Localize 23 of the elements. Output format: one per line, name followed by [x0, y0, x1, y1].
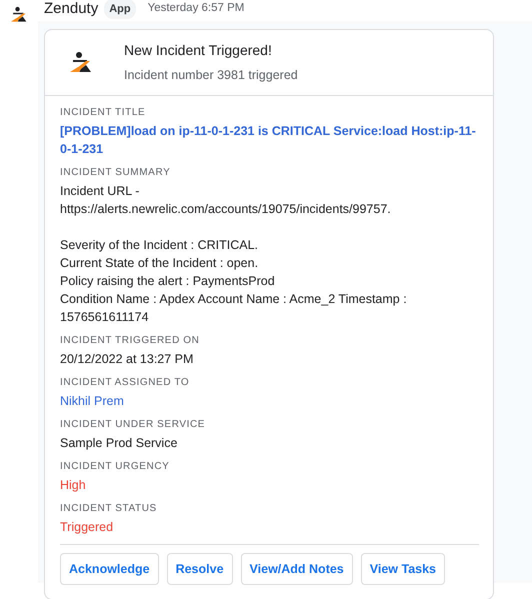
field-label: INCIDENT TITLE	[60, 106, 146, 120]
field-value: High	[60, 477, 87, 494]
field-value: 20/12/2022 at 13:27 PM	[60, 351, 194, 368]
card-subtitle: Incident number 3981 triggered	[124, 67, 298, 84]
action-button[interactable]: View/Add Notes	[240, 553, 353, 585]
incident-title-link[interactable]: [PROBLEM]load on ip-11-0-1-231 is CRITICAL Service:load Host:ip-11-0-1-231	[60, 122, 479, 158]
field-label: INCIDENT STATUS	[60, 502, 158, 516]
app-badge: App	[104, 0, 136, 20]
assignee-link[interactable]: Nikhil Prem	[60, 392, 479, 410]
card-title: New Incident Triggered!	[124, 41, 273, 60]
field-label: INCIDENT ASSIGNED TO	[60, 376, 190, 390]
field-value: Triggered	[60, 519, 114, 536]
field-label: INCIDENT SUMMARY	[60, 166, 172, 180]
field-label: INCIDENT TRIGGERED ON	[60, 334, 200, 348]
message-time: Yesterday 6:57 PM	[148, 1, 244, 16]
field-label: INCIDENT URGENCY	[60, 460, 170, 474]
action-button[interactable]: Acknowledge	[60, 553, 159, 585]
incident-summary: Incident URL - https://alerts.newrelic.com/accounts/19075/incidents/99757. Severity of the Incident : CRITICAL. Current State of the Incident : open. Policy raising the alert : PaymentsProd Condition Name : Apdex Account Name : Acme_2 Timestamp : 1576561611174	[60, 183, 408, 326]
field-label: INCIDENT UNDER SERVICE	[60, 418, 206, 432]
action-button[interactable]: View Tasks	[360, 553, 446, 585]
sender-name: Zenduty	[44, 0, 98, 19]
action-button[interactable]: Resolve	[166, 553, 233, 585]
field-value: Sample Prod Service	[60, 435, 178, 452]
